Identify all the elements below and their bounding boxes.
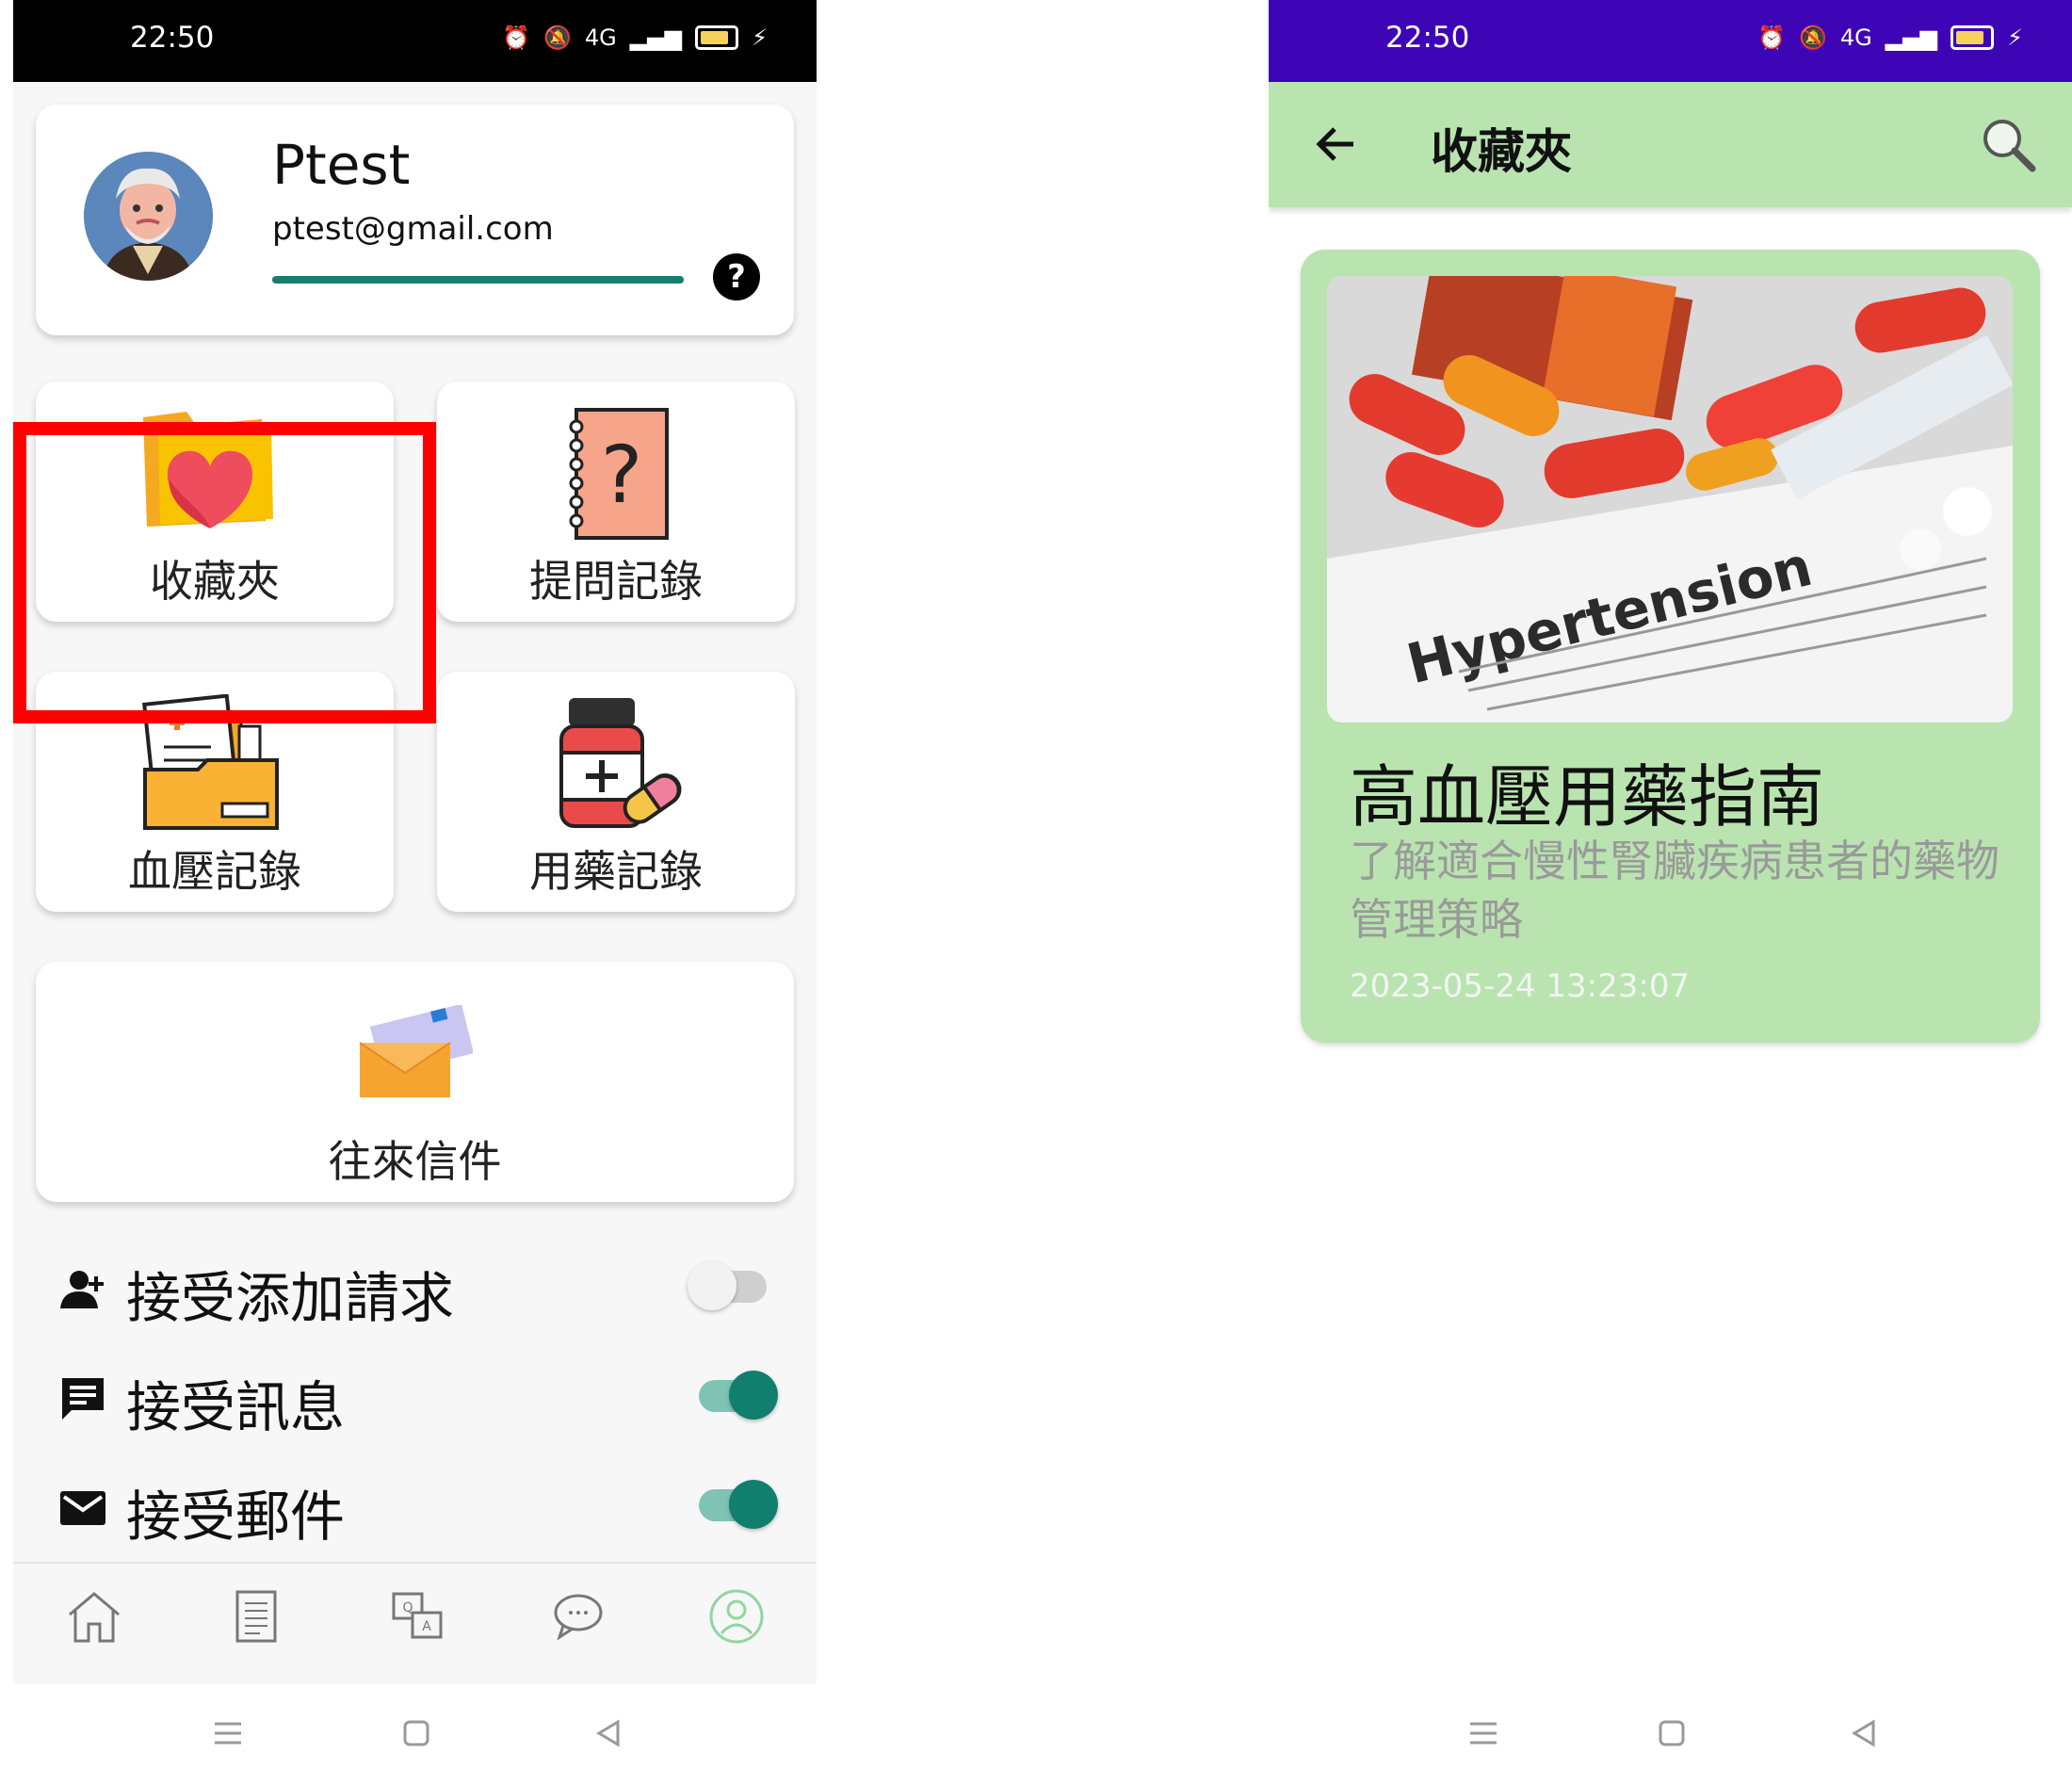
user-email: ptest@gmail.com [272, 210, 554, 248]
user-name: Ptest [272, 133, 411, 197]
home-button-icon[interactable] [1653, 1714, 1691, 1752]
profile-page: Ptest ptest@gmail.com ? 收藏夾 ? 提問記錄 血壓記錄 … [13, 82, 817, 1683]
chat-icon[interactable] [550, 1586, 610, 1647]
setting-label: 接受郵件 [126, 1485, 346, 1549]
mute-icon: 🔕 [1799, 24, 1827, 51]
article-title: 高血壓用藥指南 [1350, 757, 1825, 836]
article-date: 2023-05-24 13:23:07 [1350, 967, 1691, 1005]
envelope-icon [359, 1005, 473, 1097]
article-image: Hypertension [1327, 276, 2013, 723]
system-navigation-bar [13, 1684, 817, 1786]
signal-bars-icon: ▂▄▆ [629, 24, 683, 51]
setting-accept-add-requests: 接受添加請求 [13, 1237, 817, 1340]
medication-records-tile[interactable]: 用藥記錄 [437, 672, 795, 912]
toggle-knob [729, 1371, 778, 1420]
right-phone-screen: 22:50 ⏰ 🔕 4G ▂▄▆ ⚡ 收藏夾 Hypertension 高血壓用… [1269, 0, 2072, 1786]
question-records-tile[interactable]: ? 提問記錄 [437, 382, 795, 622]
document-icon[interactable] [226, 1586, 286, 1647]
setting-label: 接受添加請求 [126, 1266, 455, 1330]
menu-icon[interactable] [1465, 1714, 1502, 1752]
medication-records-label: 用藥記錄 [529, 846, 703, 897]
question-records-label: 提問記錄 [529, 556, 703, 607]
qa-icon[interactable]: Q A [388, 1586, 448, 1647]
status-bar: 22:50 ⏰ 🔕 4G ▂▄▆ ⚡ [1269, 0, 2072, 82]
profile-icon[interactable] [706, 1586, 767, 1647]
accept-add-requests-toggle[interactable] [688, 1261, 767, 1310]
svg-text:A: A [422, 1619, 431, 1634]
question-notebook-icon: ? [569, 408, 669, 540]
signal-icon: 4G [584, 24, 617, 51]
bottom-navigation: Q A [13, 1562, 817, 1686]
battery-icon [1951, 25, 1995, 50]
system-navigation-bar [1269, 1684, 2072, 1786]
toggle-knob [688, 1261, 737, 1310]
status-bar: 22:50 ⏰ 🔕 4G ▂▄▆ ⚡ [13, 0, 817, 82]
back-button-icon[interactable] [590, 1714, 627, 1752]
charging-icon: ⚡ [2007, 24, 2023, 51]
progress-fill [272, 276, 684, 284]
status-time: 22:50 [1385, 21, 1470, 55]
page-title: 收藏夾 [1431, 124, 1572, 179]
favorite-article-card[interactable]: Hypertension 高血壓用藥指南 了解適合慢性腎臟疾病患者的藥物管理策略… [1301, 250, 2040, 1043]
signal-bars-icon: ▂▄▆ [1885, 24, 1938, 51]
search-icon[interactable] [1980, 116, 2036, 172]
menu-icon[interactable] [209, 1714, 247, 1752]
battery-icon [695, 25, 739, 50]
highlight-box [13, 422, 436, 723]
alarm-icon: ⏰ [1757, 24, 1786, 51]
mail-icon [60, 1491, 105, 1525]
setting-accept-messages: 接受訊息 [13, 1346, 817, 1450]
medicine-bottle-icon [559, 698, 682, 828]
left-phone-screen: 22:50 ⏰ 🔕 4G ▂▄▆ ⚡ Ptest ptest@gmail.com… [13, 0, 817, 1786]
svg-text:Q: Q [402, 1600, 413, 1616]
accept-messages-toggle[interactable] [699, 1371, 778, 1420]
back-button-icon[interactable] [1845, 1714, 1883, 1752]
help-icon[interactable]: ? [713, 253, 760, 300]
status-time: 22:50 [130, 21, 215, 55]
toggle-knob [729, 1480, 778, 1529]
alarm-icon: ⏰ [502, 24, 530, 51]
profile-progress-bar [272, 276, 684, 284]
profile-card[interactable]: Ptest ptest@gmail.com ? [36, 105, 794, 335]
user-avatar [84, 152, 213, 281]
setting-label: 接受訊息 [126, 1375, 346, 1439]
app-bar: 收藏夾 [1269, 82, 2072, 207]
setting-accept-mail: 接受郵件 [13, 1455, 817, 1559]
mail-label: 往來信件 [328, 1136, 502, 1187]
article-subtitle: 了解適合慢性腎臟疾病患者的藥物管理策略 [1350, 836, 1999, 945]
home-button-icon[interactable] [397, 1714, 435, 1752]
blood-pressure-label: 血壓記錄 [128, 846, 301, 897]
signal-icon: 4G [1839, 24, 1872, 51]
mute-icon: 🔕 [543, 24, 572, 51]
status-icons: ⏰ 🔕 4G ▂▄▆ ⚡ [1757, 24, 2023, 51]
message-icon [62, 1378, 104, 1420]
mail-tile[interactable]: 往來信件 [36, 962, 794, 1202]
home-icon[interactable] [64, 1586, 124, 1647]
svg-text:?: ? [601, 429, 643, 521]
charging-icon: ⚡ [752, 24, 768, 51]
accept-mail-toggle[interactable] [699, 1480, 778, 1529]
status-icons: ⏰ 🔕 4G ▂▄▆ ⚡ [502, 24, 768, 51]
back-arrow-icon[interactable] [1310, 118, 1363, 170]
person-add-icon [60, 1271, 104, 1308]
